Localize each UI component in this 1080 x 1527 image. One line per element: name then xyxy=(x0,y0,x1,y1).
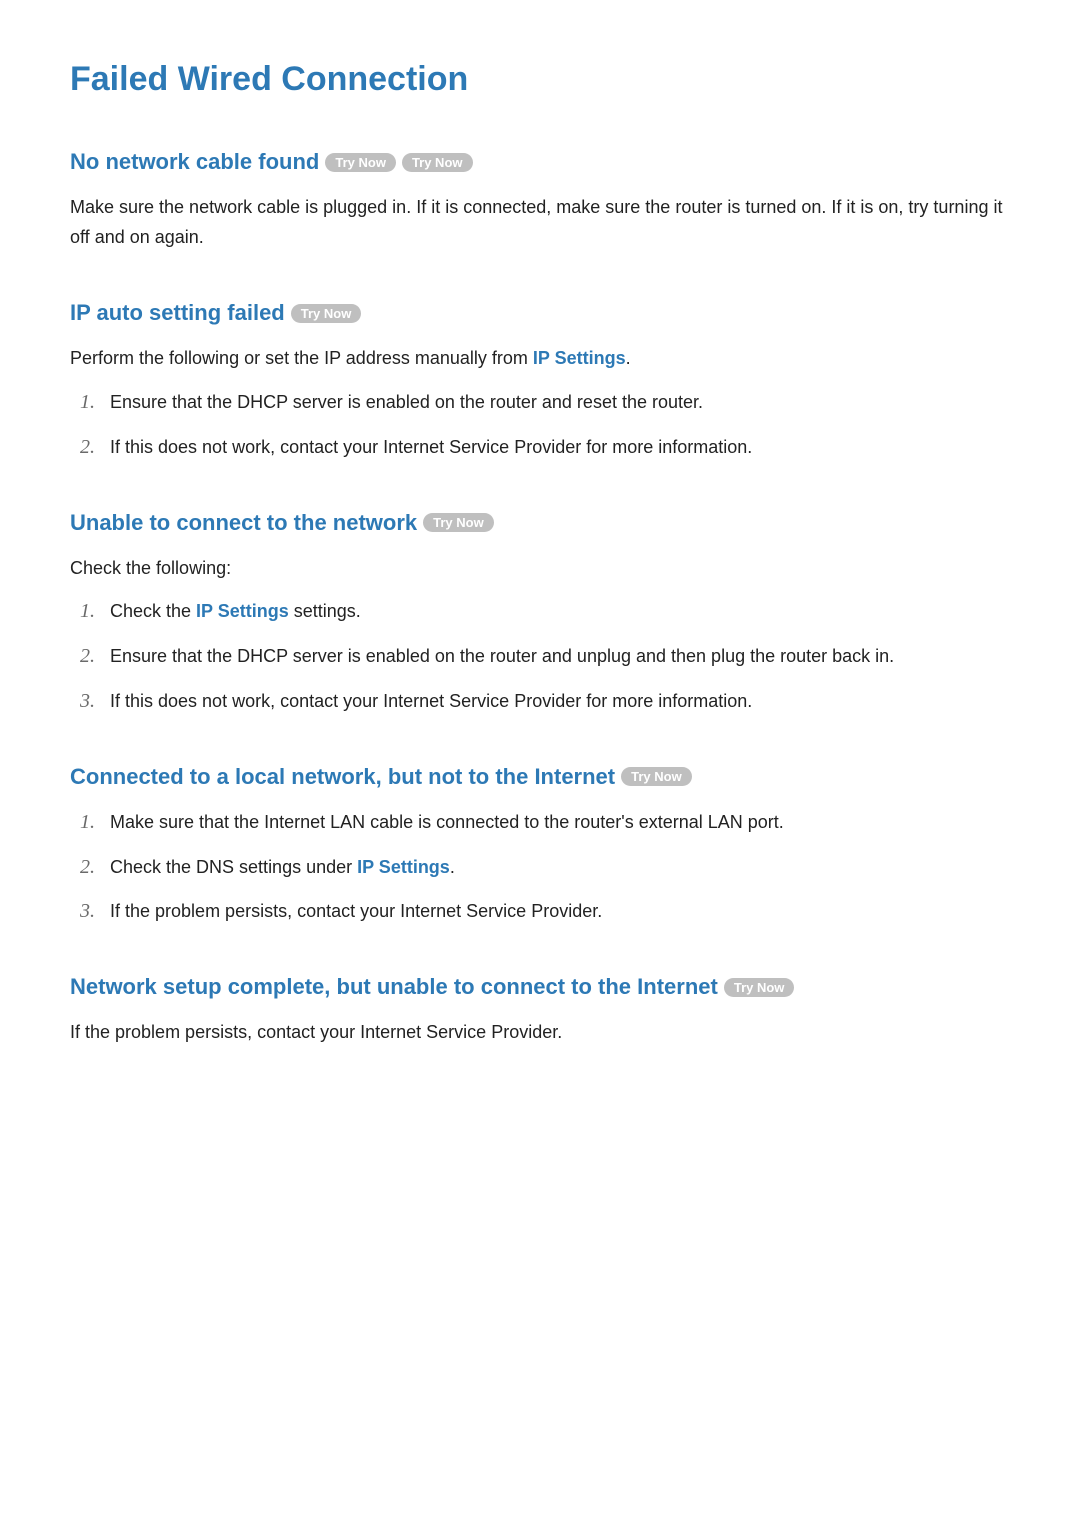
list-item-text: Check the IP Settings settings. xyxy=(110,597,361,626)
list-number-icon: 1. xyxy=(80,811,110,834)
list-number-icon: 2. xyxy=(80,856,110,879)
section-unable-connect: Unable to connect to the network Try Now… xyxy=(70,510,1010,716)
section-no-cable: No network cable found Try Now Try Now M… xyxy=(70,149,1010,252)
intro-ip-auto-post: . xyxy=(626,348,631,368)
list-item: 3. If this does not work, contact your I… xyxy=(80,687,1010,716)
list-item: 3. If the problem persists, contact your… xyxy=(80,897,1010,926)
intro-unable-connect: Check the following: xyxy=(70,554,1010,584)
list-item-text: Ensure that the DHCP server is enabled o… xyxy=(110,388,703,417)
try-now-button[interactable]: Try Now xyxy=(724,978,795,997)
intro-ip-auto-pre: Perform the following or set the IP addr… xyxy=(70,348,533,368)
page: Failed Wired Connection No network cable… xyxy=(0,0,1080,1527)
intro-ip-auto: Perform the following or set the IP addr… xyxy=(70,344,1010,374)
list-ip-auto: 1. Ensure that the DHCP server is enable… xyxy=(70,388,1010,462)
list-item-text: Check the DNS settings under IP Settings… xyxy=(110,853,455,882)
list-item: 1. Ensure that the DHCP server is enable… xyxy=(80,388,1010,417)
li-pre: Check the DNS settings under xyxy=(110,857,357,877)
list-item-text: If this does not work, contact your Inte… xyxy=(110,687,752,716)
try-now-button[interactable]: Try Now xyxy=(291,304,362,323)
page-title: Failed Wired Connection xyxy=(70,60,1010,99)
heading-local-not-internet-text: Connected to a local network, but not to… xyxy=(70,764,615,790)
heading-no-cable-text: No network cable found xyxy=(70,149,319,175)
section-local-not-internet: Connected to a local network, but not to… xyxy=(70,764,1010,926)
list-item: 2. If this does not work, contact your I… xyxy=(80,433,1010,462)
list-number-icon: 1. xyxy=(80,391,110,414)
li-pre: Check the xyxy=(110,601,196,621)
list-number-icon: 2. xyxy=(80,645,110,668)
heading-local-not-internet: Connected to a local network, but not to… xyxy=(70,764,1010,790)
list-unable-connect: 1. Check the IP Settings settings. 2. En… xyxy=(70,597,1010,715)
list-item-text: Ensure that the DHCP server is enabled o… xyxy=(110,642,894,671)
heading-no-cable: No network cable found Try Now Try Now xyxy=(70,149,1010,175)
list-number-icon: 2. xyxy=(80,436,110,459)
li-post: . xyxy=(450,857,455,877)
heading-setup-complete: Network setup complete, but unable to co… xyxy=(70,974,1010,1000)
ip-settings-link[interactable]: IP Settings xyxy=(533,348,626,368)
list-number-icon: 3. xyxy=(80,690,110,713)
list-item-text: Make sure that the Internet LAN cable is… xyxy=(110,808,784,837)
list-item: 1. Make sure that the Internet LAN cable… xyxy=(80,808,1010,837)
try-now-button[interactable]: Try Now xyxy=(402,153,473,172)
ip-settings-link[interactable]: IP Settings xyxy=(357,857,450,877)
try-now-button[interactable]: Try Now xyxy=(325,153,396,172)
try-now-button[interactable]: Try Now xyxy=(621,767,692,786)
heading-ip-auto: IP auto setting failed Try Now xyxy=(70,300,1010,326)
section-setup-complete: Network setup complete, but unable to co… xyxy=(70,974,1010,1048)
section-ip-auto: IP auto setting failed Try Now Perform t… xyxy=(70,300,1010,461)
heading-unable-connect: Unable to connect to the network Try Now xyxy=(70,510,1010,536)
heading-unable-connect-text: Unable to connect to the network xyxy=(70,510,417,536)
list-item-text: If this does not work, contact your Inte… xyxy=(110,433,752,462)
list-number-icon: 3. xyxy=(80,900,110,923)
heading-ip-auto-text: IP auto setting failed xyxy=(70,300,285,326)
body-setup-complete: If the problem persists, contact your In… xyxy=(70,1018,1010,1048)
list-local-not-internet: 1. Make sure that the Internet LAN cable… xyxy=(70,808,1010,926)
ip-settings-link[interactable]: IP Settings xyxy=(196,601,289,621)
list-item-text: If the problem persists, contact your In… xyxy=(110,897,602,926)
list-item: 1. Check the IP Settings settings. xyxy=(80,597,1010,626)
list-number-icon: 1. xyxy=(80,600,110,623)
heading-setup-complete-text: Network setup complete, but unable to co… xyxy=(70,974,718,1000)
li-post: settings. xyxy=(289,601,361,621)
list-item: 2. Check the DNS settings under IP Setti… xyxy=(80,853,1010,882)
body-no-cable: Make sure the network cable is plugged i… xyxy=(70,193,1010,252)
try-now-button[interactable]: Try Now xyxy=(423,513,494,532)
list-item: 2. Ensure that the DHCP server is enable… xyxy=(80,642,1010,671)
